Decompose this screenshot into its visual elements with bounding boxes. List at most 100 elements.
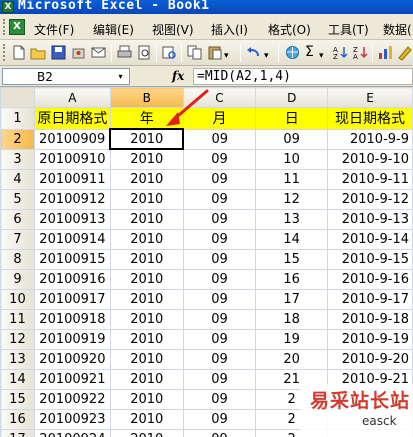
cell-a[interactable]: 20100910 — [33, 148, 111, 170]
cell-c[interactable]: 09 — [182, 188, 257, 210]
cell-d[interactable]: 19 — [255, 328, 329, 350]
cell-c[interactable]: 09 — [182, 288, 257, 310]
cell-a[interactable]: 20100916 — [33, 268, 111, 290]
cell-d[interactable]: 11 — [255, 168, 329, 190]
undo-dropdown-icon[interactable]: ▾ — [264, 48, 269, 65]
sort-descending-icon[interactable]: ZA — [352, 44, 369, 61]
column-header-c[interactable]: C — [182, 87, 257, 108]
row-header[interactable]: 10 — [0, 288, 35, 310]
cell-e[interactable]: 2010-9-19 — [327, 328, 413, 350]
menubar-grip-handle[interactable] — [3, 19, 6, 35]
row-header[interactable]: 6 — [0, 208, 35, 230]
cell-c[interactable]: 09 — [182, 248, 257, 270]
cell-c[interactable]: 09 — [182, 308, 257, 330]
cell-b[interactable]: 2010 — [109, 408, 184, 430]
cell-a[interactable]: 20100921 — [33, 368, 111, 390]
row-header[interactable]: 13 — [0, 348, 35, 370]
row-header[interactable]: 9 — [0, 268, 35, 290]
row-header[interactable]: 15 — [0, 388, 35, 410]
cell-a[interactable]: 20100914 — [33, 228, 111, 250]
cell-e[interactable]: 2010-9-15 — [327, 248, 413, 270]
cell-c[interactable]: 09 — [182, 268, 257, 290]
menu-format[interactable]: 格式(O) — [268, 21, 311, 38]
active-cell[interactable]: 2010 — [109, 128, 185, 150]
cell-c[interactable]: 09 — [182, 368, 257, 390]
cell-d[interactable]: 20 — [255, 348, 329, 370]
cell-d[interactable]: 18 — [255, 308, 329, 330]
row-header[interactable]: 12 — [0, 328, 35, 350]
menu-tools[interactable]: 工具(T) — [328, 21, 369, 38]
drawing-icon[interactable] — [396, 44, 413, 61]
cell-e[interactable]: 2010-9-12 — [327, 188, 413, 210]
cell-b[interactable]: 2010 — [109, 228, 184, 250]
copy-icon[interactable] — [186, 44, 203, 61]
undo-icon[interactable] — [245, 44, 262, 61]
cell-a[interactable]: 20100923 — [33, 408, 111, 430]
cell-e[interactable]: 2010-9-17 — [327, 288, 413, 310]
cell-e[interactable]: 2010-9-18 — [327, 308, 413, 330]
paste-icon[interactable] — [206, 44, 223, 61]
cell-d[interactable]: 10 — [255, 148, 329, 170]
cell-c[interactable]: 09 — [182, 228, 257, 250]
row-header[interactable]: 2 — [0, 128, 35, 150]
column-header-b[interactable]: B — [109, 87, 184, 108]
row-header[interactable]: 17 — [0, 428, 35, 437]
sort-ascending-icon[interactable]: AZ — [332, 44, 349, 61]
cell-a[interactable]: 20100924 — [33, 428, 111, 437]
cell-b[interactable]: 2010 — [109, 328, 184, 350]
cell-b[interactable]: 2010 — [109, 368, 184, 390]
column-header-a[interactable]: A — [33, 87, 111, 108]
menu-view[interactable]: 视图(V) — [152, 21, 194, 38]
cell-d[interactable]: 15 — [255, 248, 329, 270]
cell-e[interactable]: 2010-9-10 — [327, 148, 413, 170]
cell-c[interactable]: 09 — [182, 148, 257, 170]
cell-c[interactable]: 09 — [182, 168, 257, 190]
row-header[interactable]: 11 — [0, 308, 35, 330]
cell-e[interactable]: 2010-9-14 — [327, 228, 413, 250]
row-header[interactable]: 4 — [0, 168, 35, 190]
hyperlink-icon[interactable] — [284, 44, 301, 61]
new-document-icon[interactable] — [10, 44, 27, 61]
cell-b[interactable]: 2010 — [109, 288, 184, 310]
row-header[interactable]: 14 — [0, 368, 35, 390]
print-icon[interactable] — [116, 44, 133, 61]
email-icon[interactable] — [90, 44, 107, 61]
cell-b[interactable]: 2010 — [109, 428, 184, 437]
cell-d[interactable]: 09 — [255, 128, 329, 150]
cell-a[interactable]: 20100922 — [33, 388, 111, 410]
cell-a[interactable]: 20100911 — [33, 168, 111, 190]
cell-c[interactable]: 09 — [182, 208, 257, 230]
save-icon[interactable] — [50, 44, 67, 61]
select-all-corner[interactable] — [0, 87, 35, 108]
cell-a[interactable]: 20100912 — [33, 188, 111, 210]
cell-c[interactable]: 09 — [182, 388, 257, 410]
cell-a[interactable]: 20100919 — [33, 328, 111, 350]
menu-data[interactable]: 数据( — [383, 21, 412, 38]
cell-b[interactable]: 2010 — [109, 388, 184, 410]
cell-b[interactable]: 2010 — [109, 148, 184, 170]
cell-e[interactable]: 2010-9-20 — [327, 348, 413, 370]
row-header[interactable]: 5 — [0, 188, 35, 210]
cell-e[interactable]: 2010-9-13 — [327, 208, 413, 230]
cell-a[interactable]: 20100915 — [33, 248, 111, 270]
cell-a[interactable]: 20100909 — [33, 128, 111, 150]
cell-a[interactable]: 20100920 — [33, 348, 111, 370]
cell-b[interactable]: 2010 — [109, 168, 184, 190]
menu-file[interactable]: 文件(F) — [34, 21, 74, 38]
menu-insert[interactable]: 插入(I) — [211, 21, 248, 38]
cell-c[interactable]: 09 — [182, 328, 257, 350]
cell-b[interactable]: 2010 — [109, 248, 184, 270]
name-box-dropdown-icon[interactable]: ▾ — [114, 69, 127, 84]
research-icon[interactable] — [161, 44, 178, 61]
row-header[interactable]: 16 — [0, 408, 35, 430]
row-header[interactable]: 1 — [0, 107, 35, 130]
row-header[interactable]: 8 — [0, 248, 35, 270]
cell-d[interactable]: 12 — [255, 188, 329, 210]
cell-c[interactable]: 09 — [182, 428, 257, 437]
cell-d[interactable]: 14 — [255, 228, 329, 250]
column-header-e[interactable]: E — [327, 87, 413, 108]
cell-b[interactable]: 2010 — [109, 308, 184, 330]
excel-app-icon[interactable]: X — [2, 1, 14, 13]
chart-wizard-icon[interactable] — [377, 44, 394, 61]
cell-d[interactable]: 日 — [255, 107, 329, 130]
